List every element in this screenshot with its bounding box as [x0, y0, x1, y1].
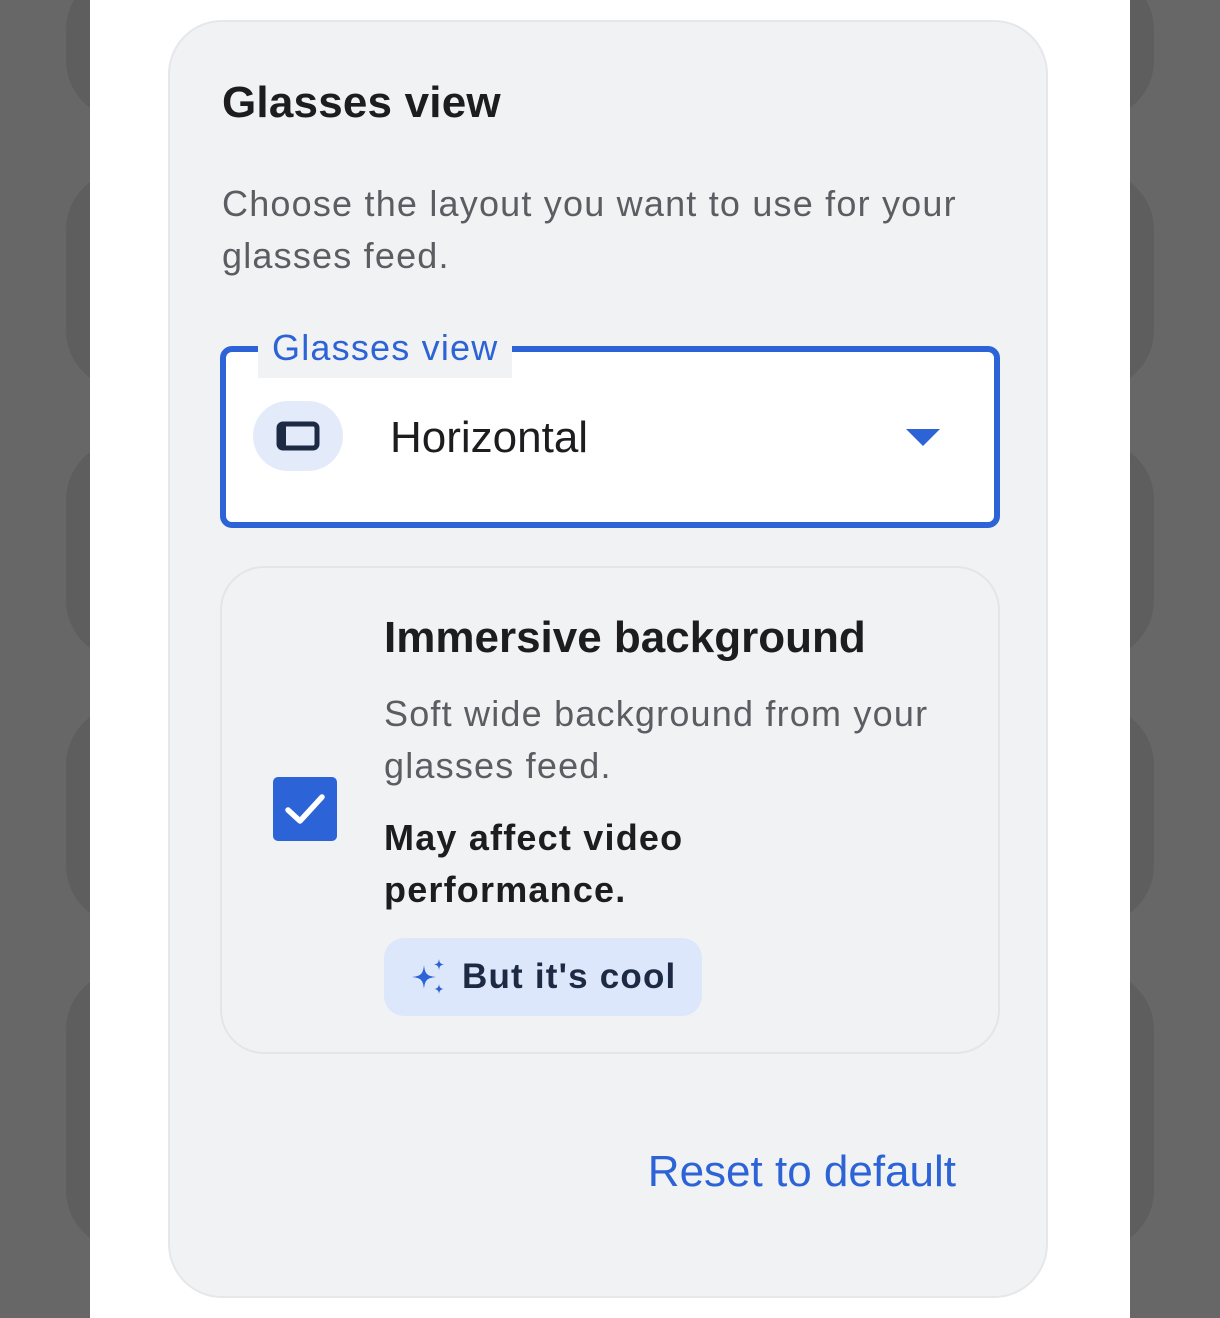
sparkle-icon	[412, 959, 444, 994]
dropdown-arrow-icon[interactable]	[906, 429, 940, 446]
select-label: Glasses view	[258, 322, 513, 378]
cool-chip: But it's cool	[384, 938, 703, 1016]
panel-title: Glasses view	[222, 78, 501, 127]
glasses-view-select[interactable]: Glasses view Horizontal	[220, 322, 1000, 528]
glasses-view-panel: Glasses view Choose the layout you want …	[168, 20, 1048, 1298]
landscape-glasses-icon	[253, 401, 343, 471]
performance-warning: May affect video performance.	[384, 817, 684, 910]
panel-description: Choose the layout you want to use for yo…	[222, 183, 957, 276]
immersive-background-option: Immersive background Soft wide backgroun…	[220, 566, 1000, 1054]
select-value: Horizontal	[390, 413, 589, 462]
reset-to-default-button[interactable]: Reset to default	[648, 1146, 956, 1198]
option-title: Immersive background	[384, 613, 866, 662]
option-description: Soft wide background from your glasses f…	[384, 693, 929, 786]
immersive-background-checkbox[interactable]	[273, 777, 337, 841]
checkmark-icon	[285, 794, 325, 824]
cool-chip-label: But it's cool	[462, 957, 677, 996]
bottom-sheet: Glasses view Choose the layout you want …	[90, 0, 1130, 1318]
